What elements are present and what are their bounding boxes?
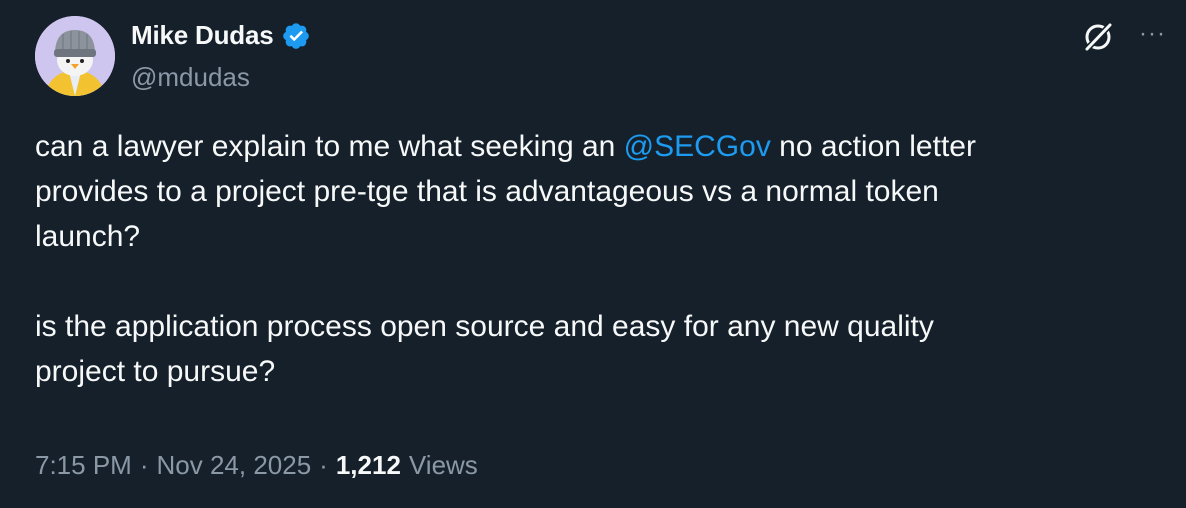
tweet-text: can a lawyer explain to me what seeking … [35,124,1155,394]
verified-badge-icon [281,21,311,51]
tweet-time[interactable]: 7:15 PM [35,450,132,481]
views-count: 1,212 [335,450,401,480]
tweet-text-segment: no action letter [770,130,976,163]
author-display-name[interactable]: Mike Dudas [131,20,274,51]
author-name-row: Mike Dudas [131,20,311,51]
tweet-line: is the application process open source a… [35,310,934,343]
more-options-icon[interactable]: ··· [1139,22,1166,46]
avatar-image [35,16,115,96]
author-handle[interactable]: @mdudas [131,62,250,93]
views-label: Views [408,450,478,480]
meta-separator: · [139,450,149,480]
tweet-top-actions: ··· [1081,20,1166,54]
tweet-text-segment: can a lawyer explain to me what seeking … [35,130,624,163]
tweet-line: can a lawyer explain to me what seeking … [35,124,1155,169]
tweet-card: Mike Dudas @mdudas ··· can a lawyer expl… [0,0,1186,508]
tweet-line: launch? [35,220,141,253]
avatar[interactable] [35,16,115,96]
grok-icon[interactable] [1081,20,1115,54]
tweet-date[interactable]: Nov 24, 2025 [157,450,312,481]
tweet-meta: 7:15 PM · Nov 24, 2025 · 1,212 Views [35,450,478,481]
tweet-line: project to pursue? [35,355,276,388]
meta-separator: · [319,450,328,480]
tweet-line: provides to a project pre-tge that is ad… [35,175,939,208]
mention-link[interactable]: @SECGov [624,130,771,163]
